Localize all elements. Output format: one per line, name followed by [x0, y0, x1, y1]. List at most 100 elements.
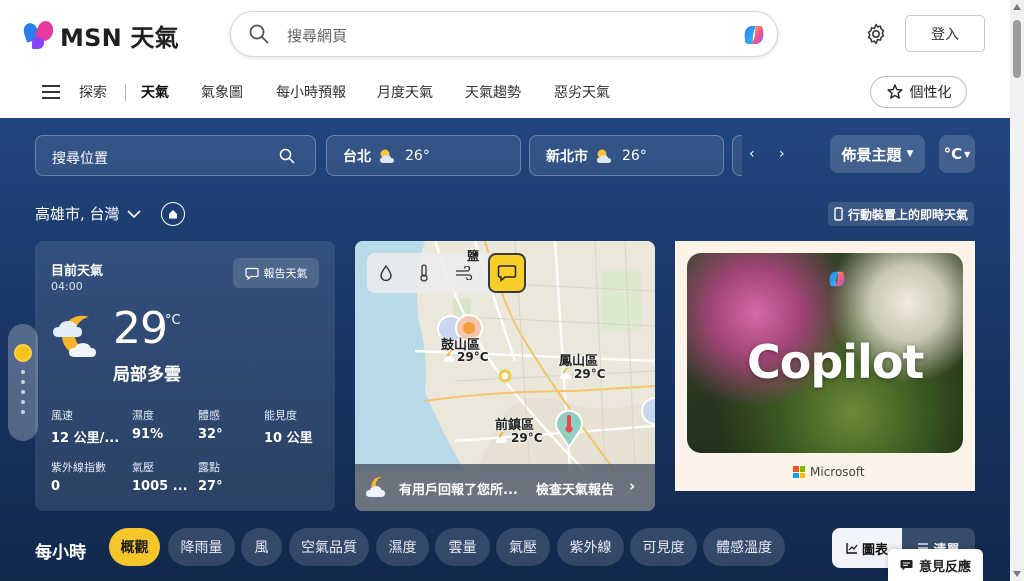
search-placeholder: 搜尋網頁 — [287, 27, 348, 45]
feedback-label: 意見反應 — [918, 559, 971, 575]
feedback-button[interactable]: 意見反應 — [888, 549, 983, 581]
city-chip-partial[interactable] — [732, 135, 742, 176]
wind-icon — [456, 266, 473, 280]
nav-item-monthly-weather[interactable]: 月度天氣 — [377, 82, 433, 102]
settings-gear-icon[interactable] — [864, 22, 888, 46]
city-chip-temp: 26° — [622, 147, 647, 164]
ad-brand-name: Microsoft — [810, 465, 865, 479]
unit-toggle-button[interactable]: °C ▼ — [939, 135, 975, 173]
thermometer-icon — [420, 264, 428, 282]
logo-text: MSN 天氣 — [60, 24, 179, 52]
current-weather-card: 目前天氣 04:00 報告天氣 29 °C 局部多雲 風速 12 公里/... 濕… — [35, 241, 335, 511]
scroll-down-icon[interactable] — [1013, 571, 1021, 577]
hourly-tab-uv[interactable]: 紫外線 — [557, 528, 624, 566]
chevron-right-icon[interactable]: › — [779, 146, 785, 162]
nav-item-severe-weather[interactable]: 惡劣天氣 — [554, 82, 610, 102]
report-weather-button[interactable]: 報告天氣 — [233, 258, 319, 288]
msn-logo[interactable]: MSN 天氣 — [21, 18, 179, 53]
map-temp-qianzhen: 29°C — [511, 431, 543, 445]
sign-in-button[interactable]: 登入 — [905, 15, 985, 52]
caret-down-icon: ▼ — [906, 149, 914, 159]
map-temp-gushan: 29°C — [457, 350, 489, 364]
chat-bubble-icon — [497, 265, 517, 282]
map-temp-fengshan: 29°C — [574, 367, 606, 381]
nav-item-explore[interactable]: 探索 — [79, 82, 107, 102]
hourly-tab-cloud-cover[interactable]: 雲量 — [435, 528, 490, 566]
copilot-ad-card[interactable]: Copilot Microsoft — [675, 241, 975, 491]
caret-down-icon: ▼ — [964, 149, 971, 159]
phone-icon — [834, 207, 843, 221]
scroll-up-icon[interactable] — [1013, 4, 1021, 10]
report-weather-label: 報告天氣 — [263, 267, 308, 280]
timeline-dot — [21, 400, 25, 404]
stat-uv-index: 紫外線指數 0 — [51, 461, 106, 494]
nav-item-weather[interactable]: 天氣 — [141, 82, 169, 102]
hourly-tab-precipitation[interactable]: 降雨量 — [168, 528, 235, 566]
nav-item-weather-maps[interactable]: 氣象圖 — [201, 82, 243, 102]
chevron-down-icon — [126, 209, 141, 218]
chevron-left-icon[interactable]: ‹ — [749, 146, 755, 162]
water-drop-icon — [380, 265, 392, 281]
nav-divider — [125, 84, 126, 101]
sun-icon — [14, 344, 32, 362]
thermometer-pin-icon[interactable] — [553, 408, 585, 448]
hourly-tab-visibility[interactable]: 可見度 — [630, 528, 697, 566]
weather-map-card[interactable]: 鹽 鼓山區 29°C 鳳山區 29°C 前鎮區 29°C 有用戶回報了您所...… — [355, 241, 655, 511]
stat-humidity: 濕度 91% — [132, 409, 164, 442]
web-search-box[interactable]: 搜尋網頁 — [230, 11, 778, 57]
timeline-dot — [21, 370, 25, 374]
hamburger-menu-icon[interactable] — [42, 85, 60, 103]
search-icon — [279, 148, 295, 164]
microsoft-brand: Microsoft — [793, 465, 865, 479]
check-weather-report-link[interactable]: 檢查天氣報告 — [536, 479, 614, 498]
hourly-tab-humidity[interactable]: 濕度 — [376, 528, 429, 566]
current-city-selector[interactable]: 高雄市, 台灣 — [35, 203, 142, 224]
map-layer-reports[interactable] — [488, 253, 526, 293]
city-chip-taipei[interactable]: 台北 26° — [326, 135, 521, 176]
nav-item-hourly-forecast[interactable]: 每小時預報 — [276, 82, 346, 102]
search-icon — [249, 24, 269, 44]
city-chip-name: 新北市 — [546, 148, 588, 165]
hourly-tab-overview[interactable]: 概觀 — [109, 528, 160, 566]
timeline-slider[interactable] — [8, 324, 38, 441]
copilot-icon — [829, 271, 845, 287]
msn-butterfly-icon — [21, 18, 56, 51]
location-search-input[interactable]: 搜尋位置 — [35, 135, 316, 176]
mobile-live-weather-button[interactable]: 行動裝置上的即時天氣 — [828, 202, 975, 226]
temperature-unit: °C — [165, 313, 181, 328]
personalize-button[interactable]: 個性化 — [870, 76, 967, 108]
hourly-tab-wind[interactable]: 風 — [241, 528, 282, 566]
map-place-fragment: 鹽 — [467, 249, 480, 263]
map-report-banner[interactable]: 有用戶回報了您所... 檢查天氣報告 › — [355, 464, 655, 511]
hourly-tab-pressure[interactable]: 氣壓 — [496, 528, 550, 566]
scrollbar-thumb[interactable] — [1013, 20, 1021, 78]
stat-feels-like: 體感 32° — [198, 409, 223, 442]
timeline-dot — [21, 380, 25, 384]
city-chip-new-taipei[interactable]: 新北市 26° — [529, 135, 724, 176]
copilot-icon[interactable] — [739, 20, 769, 50]
mobile-live-weather-label: 行動裝置上的即時天氣 — [848, 207, 969, 222]
top-bar: MSN 天氣 搜尋網頁 登入 — [0, 0, 1010, 68]
partly-cloudy-icon — [380, 149, 394, 163]
city-chip-name: 台北 — [343, 148, 371, 165]
partly-cloudy-night-icon — [366, 476, 386, 497]
nav-item-weather-trends[interactable]: 天氣趨勢 — [465, 82, 521, 102]
stat-wind: 風速 12 公里/... — [51, 409, 120, 446]
user-report-pin-icon[interactable] — [639, 396, 655, 426]
observation-time: 04:00 — [51, 280, 83, 293]
ad-image: Copilot — [687, 253, 963, 453]
map-layer-precipitation[interactable] — [367, 253, 405, 293]
timeline-dot — [21, 410, 25, 414]
current-condition: 局部多雲 — [113, 365, 181, 385]
theme-label: 佈景主題 — [841, 145, 902, 164]
view-chart-label: 圖表 — [861, 542, 888, 558]
map-report-message: 有用戶回報了您所... — [399, 483, 518, 498]
hourly-tab-air-quality[interactable]: 空氣品質 — [289, 528, 369, 566]
theme-button[interactable]: 佈景主題 ▼ — [830, 135, 925, 173]
star-sparkle-icon — [887, 84, 902, 99]
home-location-button[interactable] — [161, 202, 185, 226]
page-scrollbar[interactable] — [1010, 0, 1024, 581]
hourly-tab-feels-like[interactable]: 體感溫度 — [703, 528, 785, 566]
weather-hero: 搜尋位置 台北 26° 新北市 26° ‹ › 佈景主題 ▼ °C ▼ 高雄市,… — [0, 118, 1010, 581]
map-layer-temperature[interactable] — [405, 253, 443, 293]
